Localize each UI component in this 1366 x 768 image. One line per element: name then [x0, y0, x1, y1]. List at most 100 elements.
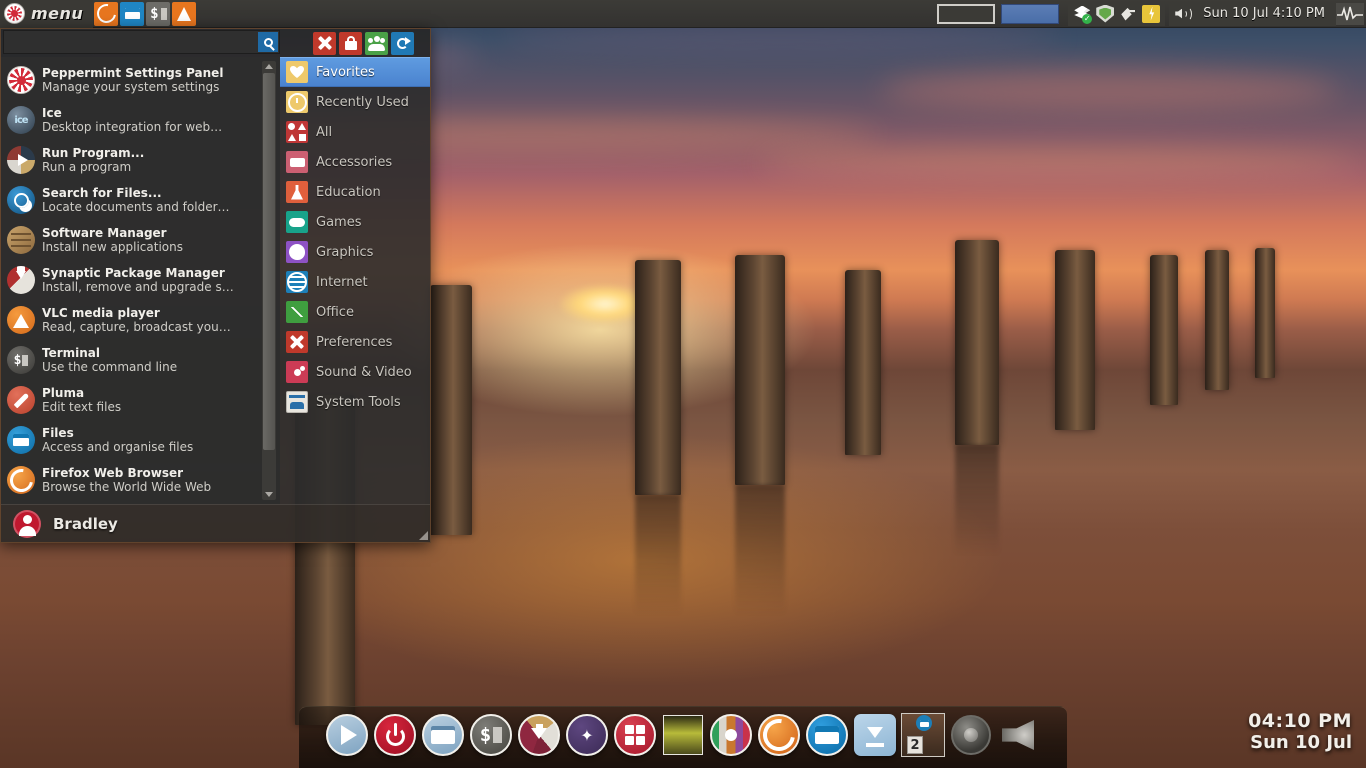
dock-media-player[interactable]	[325, 713, 369, 757]
cloud	[760, 150, 1360, 176]
scroll-down-icon[interactable]	[265, 492, 273, 497]
app-list-item[interactable]: PlumaEdit text files	[1, 380, 280, 420]
app-list-item[interactable]: Synaptic Package ManagerInstall, remove …	[1, 260, 280, 300]
category-label: Internet	[316, 275, 368, 290]
app-description: Locate documents and folder…	[42, 200, 230, 214]
systools-icon	[286, 391, 308, 413]
cloud	[880, 70, 1340, 110]
app-list-item[interactable]: Peppermint Settings PanelManage your sys…	[1, 60, 280, 100]
dock-window-manager[interactable]	[421, 713, 465, 757]
app-list-item[interactable]: $TerminalUse the command line	[1, 340, 280, 380]
shield-icon[interactable]	[1096, 5, 1114, 23]
category-item-sound-video[interactable]: Sound & Video	[280, 357, 430, 387]
desktop-clock-date: Sun 10 Jul	[1248, 732, 1352, 754]
cloud	[500, 24, 1060, 52]
app-description: Run a program	[42, 160, 144, 174]
app-name: Ice	[42, 106, 222, 120]
application-list-scrollbar[interactable]	[262, 61, 276, 500]
dropbox-icon[interactable]: ✓	[1073, 5, 1091, 23]
menu-body: Peppermint Settings PanelManage your sys…	[1, 57, 430, 504]
category-item-favorites[interactable]: Favorites	[280, 57, 430, 87]
dock-effects[interactable]	[565, 713, 609, 757]
category-item-recently-used[interactable]: Recently Used	[280, 87, 430, 117]
user-bar[interactable]: Bradley	[1, 504, 430, 542]
category-item-education[interactable]: Education	[280, 177, 430, 207]
terminal-launcher-icon[interactable]	[146, 2, 170, 26]
dock-files[interactable]	[805, 713, 849, 757]
app-list-item[interactable]: Firefox Web BrowserBrowse the World Wide…	[1, 460, 280, 500]
dock-firefox[interactable]	[757, 713, 801, 757]
category-label: System Tools	[316, 395, 401, 410]
dock-calculator[interactable]	[613, 713, 657, 757]
category-item-accessories[interactable]: Accessories	[280, 147, 430, 177]
scrollbar-thumb[interactable]	[263, 73, 275, 450]
app-name: Peppermint Settings Panel	[42, 66, 223, 80]
groyne-post	[735, 255, 785, 485]
app-list-item[interactable]: FilesAccess and organise files	[1, 420, 280, 460]
window-button-1[interactable]	[937, 4, 995, 24]
category-item-graphics[interactable]: Graphics	[280, 237, 430, 267]
tools-icon[interactable]	[313, 32, 336, 55]
category-item-system-tools[interactable]: System Tools	[280, 387, 430, 417]
search-input[interactable]	[3, 30, 280, 54]
app-description: Use the command line	[42, 360, 177, 374]
dock-window-group[interactable]: 2	[901, 713, 945, 757]
window-button-2[interactable]	[1001, 4, 1059, 24]
category-item-office[interactable]: Office	[280, 297, 430, 327]
dock-downloads-folder[interactable]	[853, 713, 897, 757]
category-label: Sound & Video	[316, 365, 412, 380]
post-reflection	[735, 485, 785, 615]
category-item-all[interactable]: All	[280, 117, 430, 147]
app-list-item[interactable]: Run Program...Run a program	[1, 140, 280, 180]
category-item-internet[interactable]: Internet	[280, 267, 430, 297]
search-icon[interactable]	[258, 32, 278, 52]
menu-toolbar	[1, 29, 430, 57]
category-item-preferences[interactable]: Preferences	[280, 327, 430, 357]
resize-grip[interactable]	[419, 531, 428, 540]
category-label: Accessories	[316, 155, 392, 170]
app-list-item[interactable]: VLC media playerRead, capture, broadcast…	[1, 300, 280, 340]
app-description: Browse the World Wide Web	[42, 480, 211, 494]
vlc-launcher-icon[interactable]	[172, 2, 196, 26]
internet-icon	[286, 271, 308, 293]
groyne-post	[1150, 255, 1178, 405]
dock-downloader[interactable]	[517, 713, 561, 757]
logout-icon[interactable]	[391, 32, 414, 55]
synaptic-icon	[7, 266, 35, 294]
app-list-item[interactable]: Search for Files...Locate documents and …	[1, 180, 280, 220]
run-icon	[7, 146, 35, 174]
dock-thumbnail-green[interactable]	[661, 713, 705, 757]
window-group-icon: 2	[901, 713, 945, 757]
menu-button-label: menu	[31, 4, 83, 23]
firefox-launcher-icon[interactable]	[94, 2, 118, 26]
battery-icon[interactable]	[1142, 5, 1160, 23]
volume-icon[interactable]	[1174, 5, 1192, 23]
lock-icon[interactable]	[339, 32, 362, 55]
files-icon	[806, 714, 848, 756]
scroll-up-icon[interactable]	[265, 64, 273, 69]
user-name: Bradley	[53, 515, 118, 533]
term-icon: $	[7, 346, 35, 374]
dock-shutdown[interactable]	[373, 713, 417, 757]
app-description: Install new applications	[42, 240, 183, 254]
application-menu: Peppermint Settings PanelManage your sys…	[0, 28, 431, 543]
app-list-item[interactable]: iceIceDesktop integration for web…	[1, 100, 280, 140]
files-launcher-icon[interactable]	[120, 2, 144, 26]
post-reflection	[635, 495, 681, 615]
dock-volume[interactable]	[997, 713, 1041, 757]
users-icon[interactable]	[365, 32, 388, 55]
dock-speaker[interactable]	[949, 713, 993, 757]
download-icon	[518, 714, 560, 756]
system-monitor-icon[interactable]	[1336, 3, 1364, 25]
dock-software-center[interactable]	[709, 713, 753, 757]
panel-clock[interactable]: Sun 10 Jul 4:10 PM	[1197, 6, 1331, 21]
app-list-item[interactable]: Software ManagerInstall new applications	[1, 220, 280, 260]
app-description: Manage your system settings	[42, 80, 223, 94]
category-label: Games	[316, 215, 361, 230]
ice-icon: ice	[7, 106, 35, 134]
dock-terminal[interactable]: $	[469, 713, 513, 757]
category-item-games[interactable]: Games	[280, 207, 430, 237]
pluma-icon	[7, 386, 35, 414]
network-icon[interactable]	[1119, 5, 1137, 23]
menu-button[interactable]: menu	[0, 0, 93, 28]
